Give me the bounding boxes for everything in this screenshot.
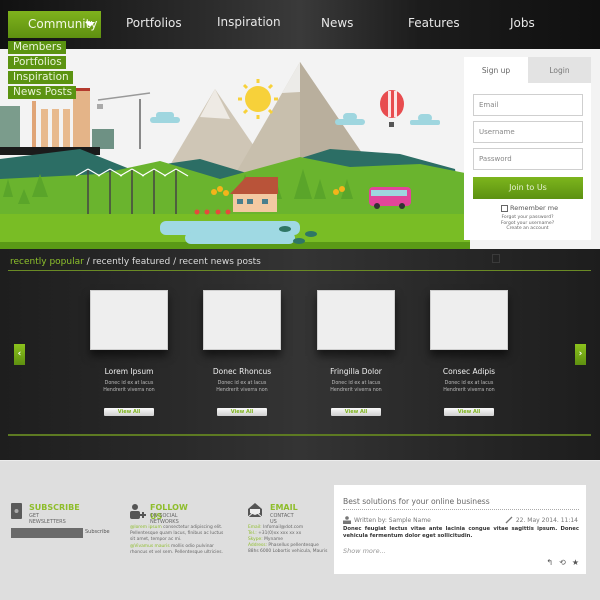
- blog-post-card: Best solutions for your online business …: [334, 485, 586, 574]
- nav-community-button[interactable]: Community: [8, 11, 101, 38]
- dropdown-item-members[interactable]: Members: [8, 41, 66, 54]
- remember-me[interactable]: Remember me: [501, 204, 558, 212]
- card-thumbnail[interactable]: [203, 290, 281, 350]
- retweet-icon[interactable]: ⟲: [559, 558, 566, 567]
- star-icon[interactable]: ★: [572, 558, 579, 567]
- divider: [8, 270, 591, 271]
- author-name: Written by: Sample Name: [354, 516, 431, 524]
- content-section: recently popular / recently featured / r…: [0, 249, 600, 460]
- page: Community Portfolios Inspiration News Fe…: [0, 0, 600, 600]
- email-heading: EMAIL: [270, 503, 298, 512]
- next-arrow-button[interactable]: ›: [575, 344, 586, 365]
- card-description: Donec id ex at lacus Hendrerit viverra no…: [103, 381, 155, 393]
- card: Lorem Ipsum Donec id ex at lacus Hendreri…: [89, 290, 169, 416]
- view-all-button[interactable]: View All: [104, 408, 154, 416]
- dropdown-item-inspiration[interactable]: Inspiration: [8, 71, 73, 84]
- email-address-link[interactable]: Infomail@dot.com: [262, 525, 303, 530]
- view-all-button[interactable]: View All: [444, 408, 494, 416]
- notebook-icon: [11, 503, 22, 519]
- divider: [8, 434, 591, 436]
- divider: [343, 509, 579, 510]
- view-all-button[interactable]: View All: [331, 408, 381, 416]
- card-description: Donec id ex at lacus Hendrerit viverra no…: [216, 381, 268, 393]
- view-all-button[interactable]: View All: [217, 408, 267, 416]
- card: Donec Rhoncus Donec id ex at lacus Hendre…: [202, 290, 282, 416]
- dropdown-item-portfolios[interactable]: Portfolios: [8, 56, 66, 69]
- card-title: Lorem Ipsum: [104, 367, 154, 376]
- card: Fringilla Dolor Donec id ex at lacus Hend…: [316, 290, 396, 416]
- subscribe-button[interactable]: Subscribe: [85, 529, 110, 535]
- tab-sign-up[interactable]: Sign up: [464, 57, 528, 83]
- content-tabs: recently popular / recently featured / r…: [10, 257, 261, 267]
- nav-item-news[interactable]: News: [321, 16, 353, 30]
- tab-others[interactable]: / recently featured / recent news posts: [84, 257, 261, 267]
- login-panel: Sign up Login Email Username Password Jo…: [464, 57, 591, 240]
- community-dropdown-menu: Members Portfolios Inspiration News Post…: [8, 41, 77, 101]
- join-button[interactable]: Join to Us: [473, 177, 583, 199]
- follow-us-subheading: ON SOCIAL NETWORKS: [150, 513, 179, 525]
- account-links: Forgot your password? Forgot your userna…: [464, 215, 591, 232]
- card-thumbnail[interactable]: [430, 290, 508, 350]
- social-handle[interactable]: @Vivamus mauris: [130, 544, 170, 549]
- hot-air-balloon-icon: [380, 90, 404, 127]
- card-thumbnail[interactable]: [317, 290, 395, 350]
- sun-icon: [238, 79, 278, 119]
- view-toggle-icon[interactable]: [492, 254, 500, 263]
- nav-item-inspiration[interactable]: Inspiration: [217, 15, 281, 29]
- prev-arrow-button[interactable]: ‹: [14, 344, 25, 365]
- post-author: Written by: Sample Name: [343, 516, 431, 524]
- top-navigation: Community Portfolios Inspiration News Fe…: [0, 0, 600, 49]
- van-illustration: [369, 187, 411, 209]
- card-title: Fringilla Dolor: [330, 367, 382, 376]
- card-thumbnail[interactable]: [90, 290, 168, 350]
- social-post: @lorem ipsum consectetur adipiscing elit…: [130, 525, 224, 542]
- remember-me-label: Remember me: [510, 204, 559, 212]
- card: Consec Adipis Donec id ex at lacus Hendre…: [429, 290, 509, 416]
- reply-icon[interactable]: ↰: [546, 558, 553, 567]
- pencil-icon: [505, 516, 513, 524]
- post-actions: ↰ ⟲ ★: [546, 558, 579, 567]
- show-more-link[interactable]: Show more...: [343, 547, 386, 555]
- date-text: 22. May 2014. 11:14: [515, 516, 578, 524]
- post-date: 22. May 2014. 11:14: [505, 516, 578, 524]
- card-title: Donec Rhoncus: [212, 367, 272, 376]
- tab-recently-popular[interactable]: recently popular: [10, 257, 84, 267]
- password-field[interactable]: Password: [473, 148, 583, 170]
- subscribe-subheading: GET NEWSLETTERS: [29, 513, 66, 525]
- post-body: Donec feugiat lectus vitae ante lacinia …: [343, 526, 579, 539]
- tab-login[interactable]: Login: [528, 57, 591, 83]
- nav-item-portfolios[interactable]: Portfolios: [126, 16, 182, 30]
- email-field[interactable]: Email: [473, 94, 583, 116]
- chevron-down-icon: [85, 22, 95, 27]
- user-group-icon: [343, 516, 351, 524]
- chevron-left-icon: ‹: [17, 349, 22, 359]
- email-subheading: CONTACT US: [270, 513, 294, 525]
- chevron-right-icon: ›: [578, 349, 583, 359]
- card-description: Donec id ex at lacus Hendrerit viverra no…: [330, 381, 382, 393]
- envelope-icon: [248, 503, 262, 517]
- social-handle[interactable]: @lorem ipsum: [130, 525, 162, 530]
- username-field[interactable]: Username: [473, 121, 583, 143]
- add-user-icon: [130, 504, 146, 519]
- newsletter-email-input[interactable]: [11, 528, 83, 538]
- contact-details: Email: Infomail@dot.com Tel.: +31(0)xx x…: [248, 525, 328, 554]
- nav-item-features[interactable]: Features: [408, 16, 460, 30]
- create-account-link[interactable]: Create an account: [464, 226, 591, 232]
- dropdown-item-news-posts[interactable]: News Posts: [8, 86, 77, 99]
- card-description: Donec id ex at lacus Hendrerit viverra no…: [443, 381, 495, 393]
- subscribe-heading: SUBSCRIBE: [29, 503, 80, 512]
- post-title[interactable]: Best solutions for your online business: [343, 497, 490, 506]
- card-title: Consec Adipis: [442, 367, 496, 376]
- nav-item-jobs[interactable]: Jobs: [510, 16, 535, 30]
- social-post: @Vivamus mauris mollis odio pulvinar rho…: [130, 544, 223, 555]
- remember-me-checkbox[interactable]: [501, 204, 508, 212]
